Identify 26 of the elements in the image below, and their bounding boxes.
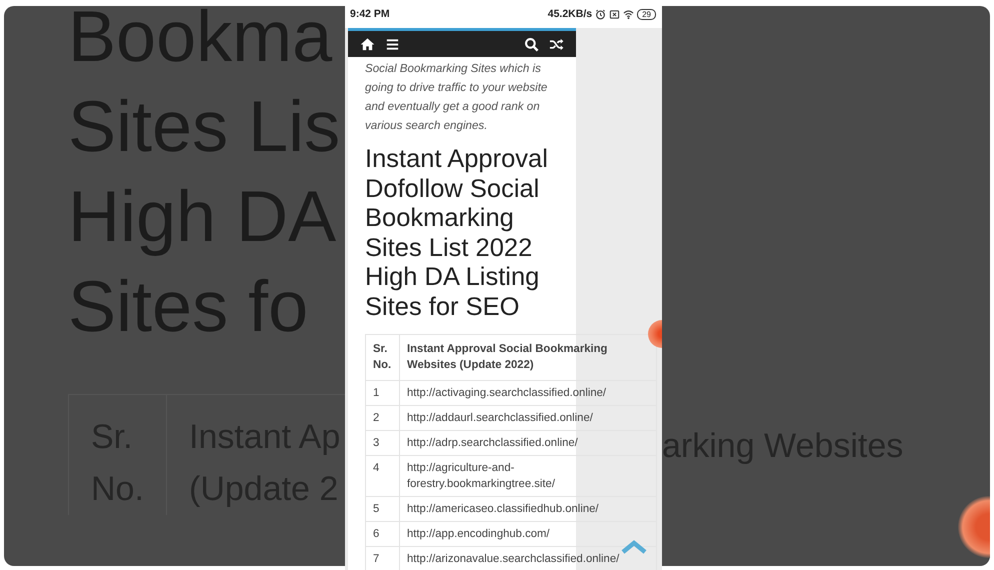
search-icon[interactable]	[524, 36, 539, 52]
table-cell: 4	[366, 456, 400, 496]
table-cell: 7	[366, 546, 400, 570]
menu-icon[interactable]	[385, 36, 400, 52]
table-cell: 2	[366, 406, 400, 430]
table-cell: http://americaseo.classifiedhub.online/	[400, 496, 656, 522]
table-cell: 1	[366, 380, 400, 406]
network-speed: 45.2KB/s	[548, 8, 592, 20]
table-cell: 3	[366, 430, 400, 456]
shuffle-icon[interactable]	[549, 36, 564, 52]
close-box-icon	[609, 8, 620, 20]
battery-indicator: 29	[637, 8, 656, 20]
table-cell: http://addaurl.searchclassified.online/	[400, 406, 656, 430]
wifi-icon	[623, 8, 634, 20]
home-icon[interactable]	[360, 36, 375, 52]
table-cell: http://agriculture-and-forestry.bookmarkingtree.site/	[400, 456, 656, 496]
status-time: 9:42 PM	[350, 8, 390, 20]
table-cell: http://app.encodinghub.com/	[400, 522, 656, 546]
table-cell: http://adrp.searchclassified.online/	[400, 430, 656, 456]
table-cell: 5	[366, 496, 400, 522]
table-cell: http://activaging.searchclassified.online/	[400, 380, 656, 406]
table-header-cell: Sr. No.	[366, 334, 400, 380]
article-heading: Instant Approval Dofollow Social Bookmarking Sites List 2022 High DA Listing Sites for SEO	[365, 145, 549, 322]
table-cell: 6	[366, 522, 400, 546]
alarm-icon	[595, 8, 606, 20]
intro-paragraph: Social Bookmarking Sites which is going to drive traffic to your website and eventually get a good rank on various search engines.	[365, 61, 548, 134]
